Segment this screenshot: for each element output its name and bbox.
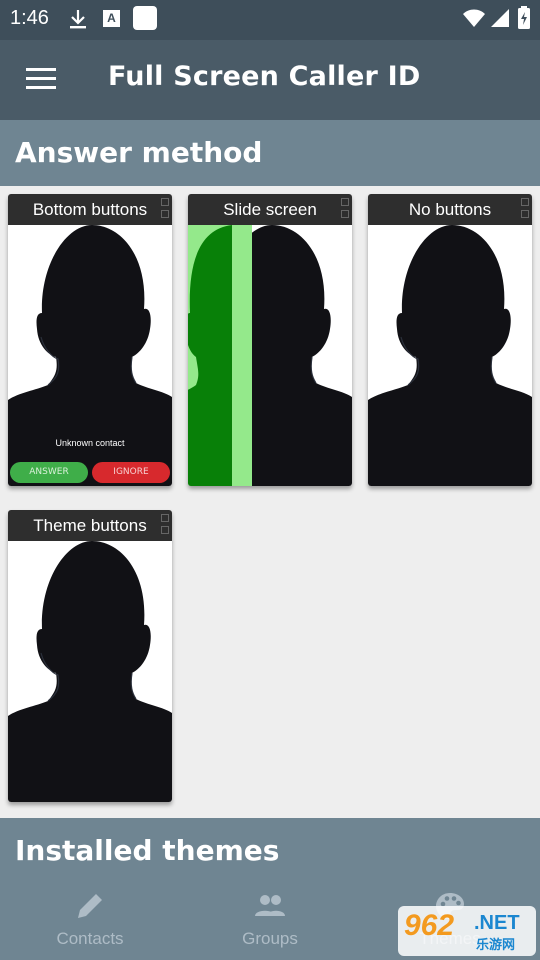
app-bar: Full Screen Caller ID [0, 40, 540, 120]
answer-method-header: Answer method [0, 120, 540, 186]
card-corner-icon [158, 194, 172, 225]
slide-overlay [188, 225, 252, 486]
app-title: Full Screen Caller ID [108, 61, 421, 92]
watermark-chinese: 乐游网 [476, 938, 516, 953]
answer-method-card-slide-screen[interactable]: Slide screen [188, 194, 352, 486]
contact-name-text: Unknown contact [55, 438, 125, 448]
nav-label: Groups [242, 929, 298, 948]
answer-method-title: Answer method [15, 136, 263, 169]
people-icon [255, 895, 285, 916]
answer-button-preview: ANSWER [10, 462, 88, 483]
pencil-icon [78, 894, 102, 918]
wifi-icon [463, 8, 485, 32]
watermark-domain: .NET [474, 912, 520, 934]
answer-method-card-bottom-buttons[interactable]: Bottom buttons Unknown contact ANSWER IG… [8, 194, 172, 486]
nav-groups[interactable]: Groups [180, 880, 360, 960]
card-caption: Theme buttons [8, 510, 172, 541]
a-notification-icon: A [103, 10, 120, 27]
nav-contacts[interactable]: Contacts [0, 880, 180, 960]
watermark-logo: 962 .NET 乐游网 [398, 906, 536, 956]
card-caption: Slide screen [188, 194, 352, 225]
battery-charging-icon [517, 6, 531, 34]
signal-icon [490, 8, 510, 32]
answer-method-card-theme-buttons[interactable]: Theme buttons [8, 510, 172, 802]
card-corner-icon [158, 510, 172, 541]
ignore-button-preview: IGNORE [92, 462, 170, 483]
silhouette-image [368, 225, 532, 486]
menu-icon[interactable] [26, 68, 56, 90]
silhouette-image [8, 541, 172, 802]
nav-label: Contacts [56, 929, 124, 948]
app-notification-icon [133, 6, 157, 30]
card-corner-icon [338, 194, 352, 225]
status-bar: 1:46 A [0, 0, 540, 40]
card-caption: No buttons [368, 194, 532, 225]
watermark-number: 962 [404, 909, 455, 942]
status-time: 1:46 [10, 7, 49, 29]
card-caption: Bottom buttons [8, 194, 172, 225]
card-corner-icon [518, 194, 532, 225]
download-icon [68, 8, 88, 34]
answer-method-card-no-buttons[interactable]: No buttons [368, 194, 532, 486]
installed-themes-title: Installed themes [15, 834, 280, 867]
